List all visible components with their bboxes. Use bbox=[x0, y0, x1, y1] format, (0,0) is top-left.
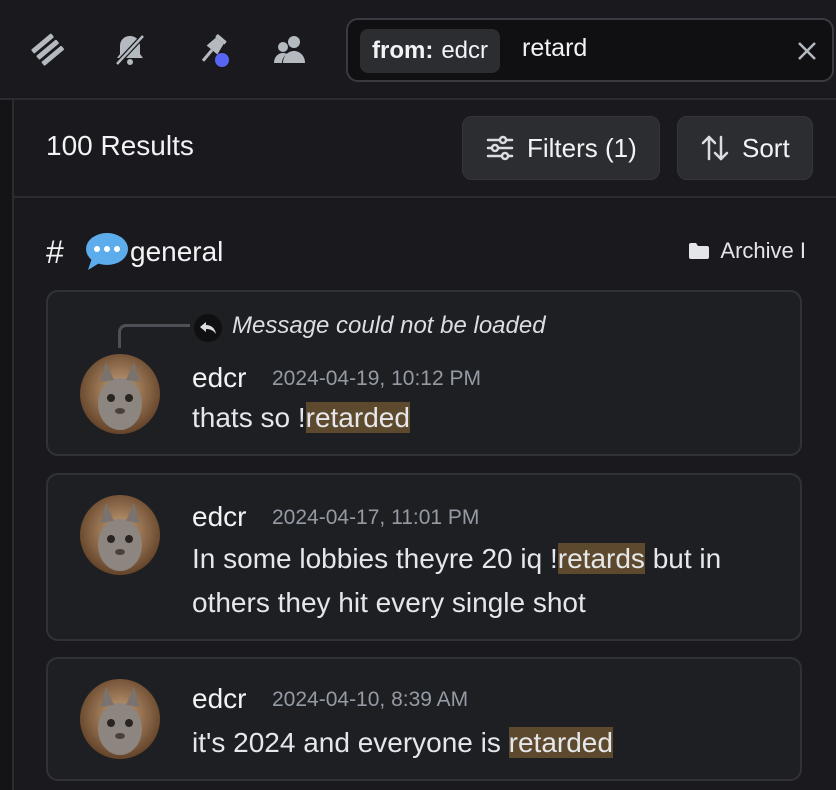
avatar[interactable] bbox=[80, 495, 160, 575]
channel-hash: # bbox=[46, 234, 64, 270]
clear-search-icon[interactable] bbox=[792, 36, 822, 66]
message-text: it's 2024 and everyone is bbox=[192, 727, 509, 758]
reply-arrow-icon bbox=[194, 314, 222, 342]
message-author[interactable]: edcr bbox=[192, 362, 246, 394]
message-timestamp: 2024-04-17, 11:01 PM bbox=[272, 506, 480, 529]
filter-key: from: bbox=[372, 37, 434, 64]
results-header: 100 Results Filters (1) Sort bbox=[14, 100, 836, 198]
message-text: thats so ! bbox=[192, 402, 306, 433]
sort-arrows-icon bbox=[701, 135, 729, 161]
left-divider bbox=[0, 100, 14, 790]
search-highlight: retarded bbox=[305, 402, 410, 433]
avatar[interactable] bbox=[80, 679, 160, 759]
message-result[interactable]: Message could not be loaded edcr 2024-04… bbox=[46, 290, 802, 456]
members-icon[interactable] bbox=[268, 28, 312, 72]
message-result[interactable]: edcr 2024-04-10, 8:39 AM it's 2024 and e… bbox=[46, 657, 802, 781]
search-results-panel: 100 Results Filters (1) Sort # general A… bbox=[14, 100, 836, 790]
avatar[interactable] bbox=[80, 354, 160, 434]
channel-name: general bbox=[130, 236, 224, 267]
channel-header[interactable]: # general Archive I bbox=[46, 228, 806, 278]
results-count: 100 Results bbox=[46, 130, 194, 161]
archive-label: Archive I bbox=[720, 238, 806, 263]
folder-icon bbox=[689, 243, 710, 259]
search-field[interactable]: from: edcr retard bbox=[346, 18, 834, 82]
message-result[interactable]: edcr 2024-04-17, 11:01 PM In some lobbie… bbox=[46, 473, 802, 641]
search-highlight: retarded bbox=[508, 727, 613, 758]
message-content: In some lobbies theyre 20 iq !retards bu… bbox=[192, 537, 782, 625]
sliders-icon bbox=[486, 135, 514, 161]
message-content: thats so !retarded bbox=[192, 396, 782, 440]
pinned-icon[interactable] bbox=[190, 28, 234, 72]
search-highlight: retards bbox=[557, 543, 645, 574]
message-author[interactable]: edcr bbox=[192, 683, 246, 715]
mute-bell-icon[interactable] bbox=[108, 28, 152, 72]
reply-preview[interactable]: Message could not be loaded bbox=[232, 312, 546, 340]
message-timestamp: 2024-04-10, 8:39 AM bbox=[272, 688, 469, 711]
filters-button[interactable]: Filters (1) bbox=[462, 116, 660, 180]
message-text: In some lobbies theyre 20 iq ! bbox=[192, 543, 558, 574]
message-timestamp: 2024-04-19, 10:12 PM bbox=[272, 367, 481, 390]
message-author[interactable]: edcr bbox=[192, 501, 246, 533]
speech-bubble-icon bbox=[86, 233, 128, 270]
archive-link[interactable]: Archive I bbox=[688, 238, 806, 264]
sort-button[interactable]: Sort bbox=[677, 116, 813, 180]
top-bar: from: edcr retard bbox=[0, 0, 836, 100]
sort-label: Sort bbox=[742, 132, 790, 163]
filter-value: edcr bbox=[441, 37, 489, 64]
search-filter-chip[interactable]: from: edcr bbox=[360, 29, 501, 73]
threads-icon[interactable] bbox=[26, 28, 70, 72]
search-query[interactable]: retard bbox=[522, 34, 587, 63]
reply-connector bbox=[118, 324, 190, 348]
filters-label: Filters (1) bbox=[527, 132, 637, 163]
message-content: it's 2024 and everyone is retarded bbox=[192, 721, 782, 765]
